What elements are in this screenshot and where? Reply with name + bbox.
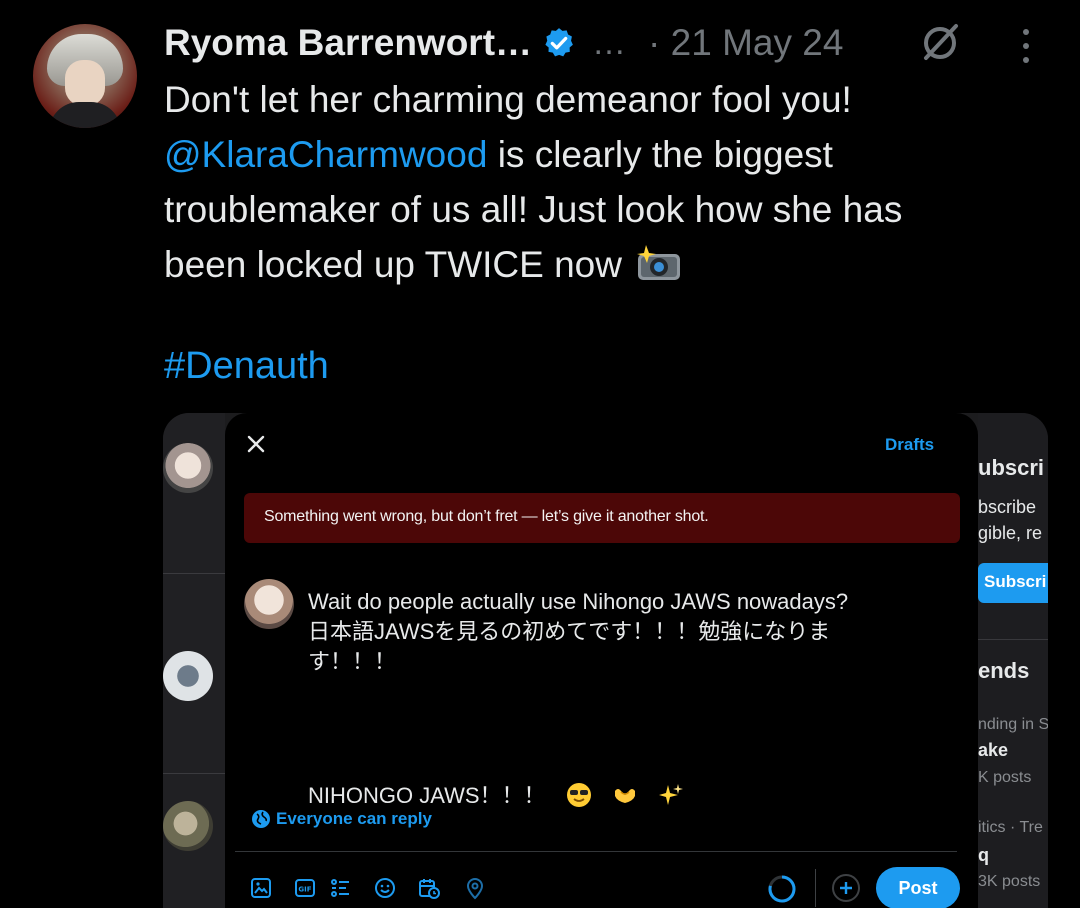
reply-setting-label: Everyone can reply bbox=[276, 809, 432, 828]
tweet-text-fragment: is clearly the biggest bbox=[487, 134, 833, 175]
svg-text:GIF: GIF bbox=[298, 886, 311, 894]
globe-icon bbox=[252, 810, 270, 828]
background-text: q bbox=[978, 845, 989, 865]
post-button[interactable]: Post bbox=[876, 867, 960, 908]
background-text: ends bbox=[978, 658, 1030, 683]
verified-badge-icon bbox=[545, 28, 573, 57]
background-feed bbox=[163, 413, 225, 908]
close-icon[interactable] bbox=[245, 433, 267, 455]
compose-line: Wait do people actually use Nihongo JAWS… bbox=[308, 589, 849, 614]
background-text: ake bbox=[978, 740, 1009, 760]
compose-fragment: NIHONGO JAWS！！！ bbox=[308, 783, 546, 808]
sparkles-emoji bbox=[658, 784, 683, 805]
author-avatar[interactable] bbox=[33, 24, 137, 128]
avatar-body bbox=[49, 102, 121, 128]
toolbar-vertical-divider bbox=[815, 869, 816, 907]
add-icon[interactable] bbox=[831, 873, 861, 903]
error-banner: Something went wrong, but don’t fret — l… bbox=[244, 493, 960, 543]
grok-icon[interactable] bbox=[918, 20, 962, 64]
background-text: K posts bbox=[978, 769, 1032, 786]
background-text: nding in S bbox=[978, 716, 1048, 733]
toolbar-divider bbox=[235, 851, 957, 852]
tweet-text-line: troublemaker of us all! Just look how sh… bbox=[164, 189, 903, 230]
background-divider bbox=[978, 639, 1048, 640]
background-text: ubscri bbox=[978, 455, 1045, 480]
tweet-text-line: @KlaraCharmwood is clearly the biggest bbox=[164, 127, 1044, 182]
character-progress-ring bbox=[768, 875, 796, 903]
error-message: Something went wrong, but don’t fret — l… bbox=[264, 508, 709, 525]
emoji-icon[interactable] bbox=[373, 876, 397, 900]
attached-screenshot[interactable]: ubscri bscribe gible, re Subscri ends nd… bbox=[163, 413, 1048, 908]
background-text: gible, re bbox=[978, 523, 1043, 543]
background-text: Subscri bbox=[984, 572, 1047, 591]
background-avatar bbox=[163, 443, 213, 493]
camera-flash-emoji bbox=[637, 245, 681, 280]
background-divider bbox=[163, 773, 225, 774]
tweet-text-fragment: been locked up TWICE now bbox=[164, 244, 622, 285]
hashtag-link[interactable]: #Denauth bbox=[164, 345, 329, 388]
post-date[interactable]: · 21 May 24 bbox=[648, 22, 843, 64]
gif-icon[interactable]: GIF bbox=[293, 876, 317, 900]
more-icon[interactable] bbox=[1018, 26, 1034, 66]
background-subscribe-button: Subscri bbox=[978, 563, 1048, 603]
background-sidebar: ubscri bscribe gible, re Subscri ends nd… bbox=[978, 413, 1048, 908]
tweet-text: Don't let her charming demeanor fool you… bbox=[164, 72, 1044, 292]
background-avatar bbox=[163, 651, 213, 701]
background-text: bscribe bbox=[978, 497, 1037, 517]
poll-icon[interactable] bbox=[329, 876, 353, 900]
author-name[interactable]: Ryoma Barrenwort… bbox=[164, 22, 532, 64]
compose-line: 日本語JAWSを見るの初めてです！！！勉強になりま bbox=[308, 619, 831, 644]
background-avatar bbox=[163, 801, 213, 851]
background-text: 3K posts bbox=[978, 873, 1041, 890]
composer-avatar[interactable] bbox=[244, 579, 294, 629]
compose-dialog: Drafts Something went wrong, but don’t f… bbox=[225, 413, 978, 908]
tweet-header: Ryoma Barrenwort… … · 21 May 24 bbox=[164, 18, 843, 68]
tweet-text-line: been locked up TWICE now bbox=[164, 237, 1044, 292]
image-icon[interactable] bbox=[249, 876, 273, 900]
background-divider bbox=[163, 573, 225, 574]
sunglasses-emoji bbox=[566, 783, 591, 807]
reply-setting-button[interactable]: Everyone can reply bbox=[251, 809, 432, 829]
compose-textarea[interactable]: Wait do people actually use Nihongo JAWS… bbox=[308, 587, 948, 811]
drafts-button[interactable]: Drafts bbox=[885, 435, 934, 455]
avatar-face bbox=[65, 60, 105, 106]
tweet-text-line: Don't let her charming demeanor fool you… bbox=[164, 79, 852, 120]
compose-line: す！！！ bbox=[308, 649, 397, 674]
truncated-handle: … bbox=[592, 23, 627, 62]
compose-line: NIHONGO JAWS！！！ bbox=[308, 781, 948, 811]
mention-link[interactable]: @KlaraCharmwood bbox=[164, 134, 487, 175]
schedule-icon[interactable] bbox=[417, 876, 441, 900]
location-icon[interactable] bbox=[463, 876, 487, 900]
background-text: itics · Tre bbox=[978, 819, 1043, 836]
heart-hands-emoji bbox=[614, 789, 635, 803]
